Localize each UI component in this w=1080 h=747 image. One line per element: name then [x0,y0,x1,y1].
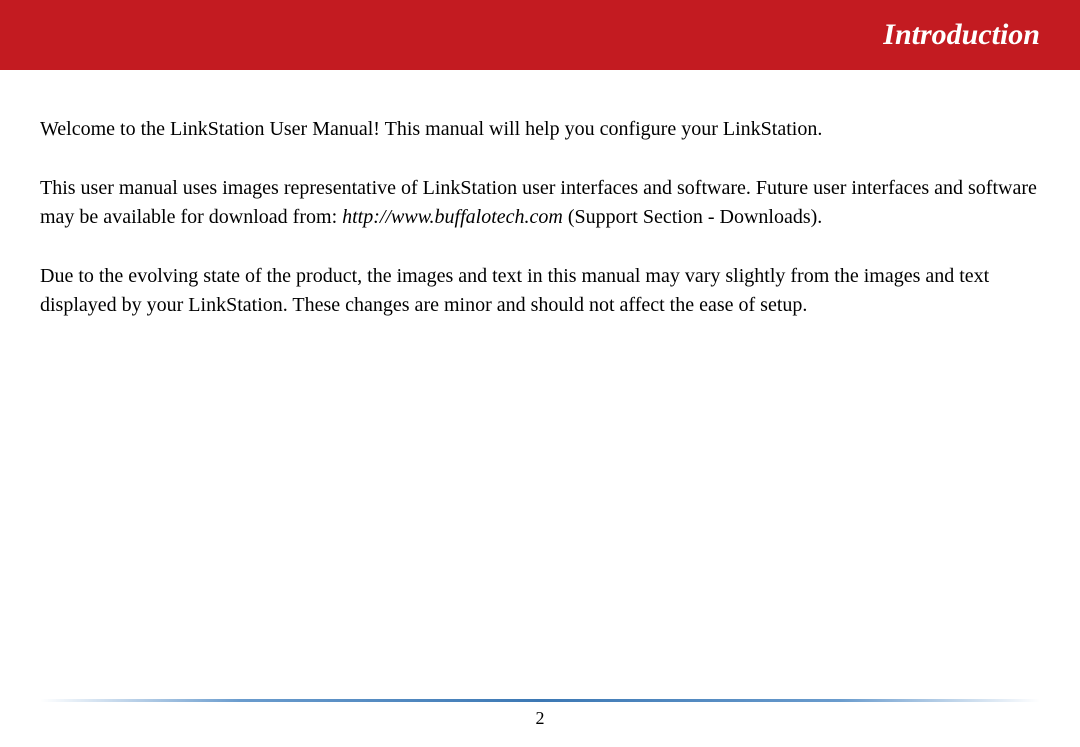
page-header: Introduction [0,0,1080,70]
download-url: http://www.buffalotech.com [342,206,563,228]
paragraph-2-text-b: (Support Section - Downloads). [563,206,822,228]
intro-paragraph-2: This user manual uses images representat… [40,174,1040,232]
intro-paragraph-1: Welcome to the LinkStation User Manual! … [40,115,1040,144]
footer-divider [40,699,1040,702]
intro-paragraph-3: Due to the evolving state of the product… [40,262,1040,320]
page-footer: 2 [0,699,1080,729]
page-number: 2 [0,708,1080,729]
page-content: Welcome to the LinkStation User Manual! … [0,70,1080,320]
header-title: Introduction [883,18,1040,52]
